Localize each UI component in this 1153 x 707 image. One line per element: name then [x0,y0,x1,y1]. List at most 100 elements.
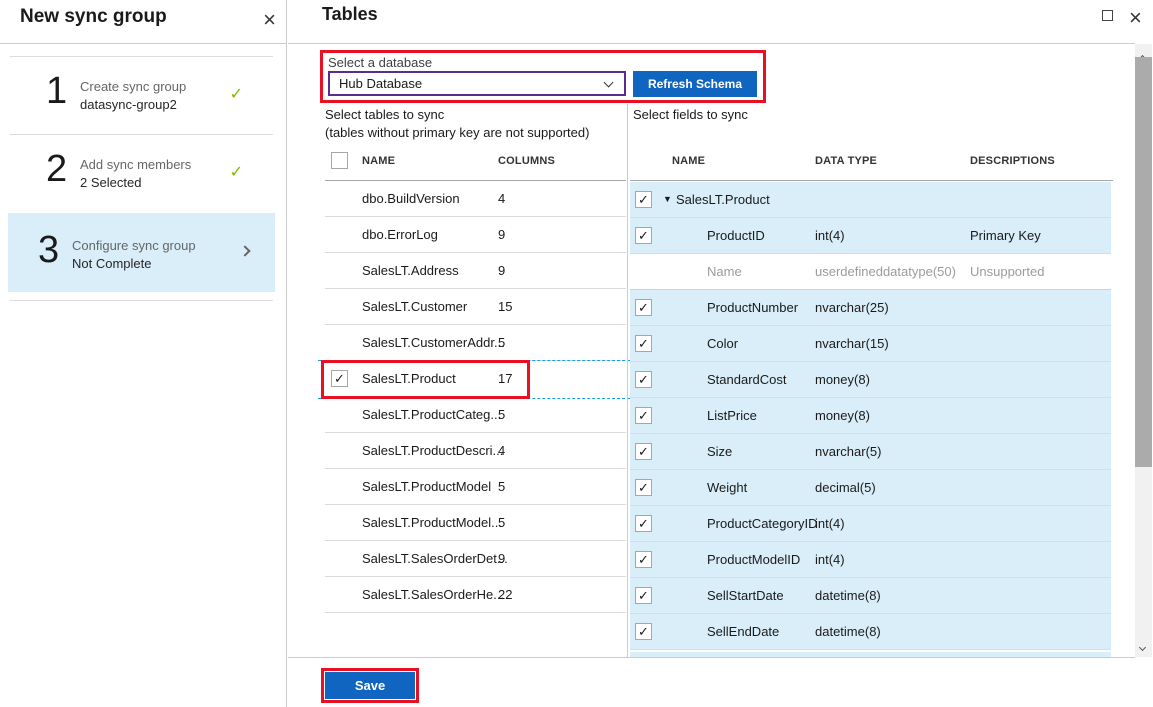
field-name: ProductNumber [707,290,798,325]
select-all-tables-checkbox[interactable]: ✓ [331,152,348,169]
scrollbar-thumb[interactable] [1135,57,1152,467]
field-checkbox[interactable]: ✓ [635,623,652,640]
field-group-name: SalesLT.Product [676,182,770,217]
field-checkbox[interactable]: ✓ [635,587,652,604]
table-name: SalesLT.Customer [362,289,467,324]
database-select-value: Hub Database [339,76,422,91]
table-columns: 4 [498,433,505,468]
check-icon: ✓ [230,162,243,182]
field-row-productid[interactable]: ✓ ProductID int(4) Primary Key [630,218,1111,254]
step-number: 1 [46,69,67,113]
table-row-errorlog[interactable]: dbo.ErrorLog 9 [325,217,626,253]
field-datatype: money(8) [815,398,870,433]
select-database-label: Select a database [328,55,432,70]
field-name: ProductModelID [707,542,800,577]
field-row-listprice[interactable]: ✓ ListPrice money(8) [630,398,1111,434]
tables-panel: Tables × Select a database Hub Database … [288,0,1153,707]
fields-col-name: NAME [672,155,705,167]
field-datatype: money(8) [815,362,870,397]
refresh-schema-button[interactable]: Refresh Schema [633,71,757,97]
field-row-standardcost[interactable]: ✓ StandardCost money(8) [630,362,1111,398]
table-name: SalesLT.ProductModel [362,469,491,504]
close-icon[interactable]: × [1129,0,1142,38]
table-row-address[interactable]: SalesLT.Address 9 [325,253,626,289]
field-row-productmodelid[interactable]: ✓ ProductModelID int(4) [630,542,1111,578]
table-row-productcategory[interactable]: SalesLT.ProductCateg... 5 [325,397,626,433]
drag-indicator-bottom [318,398,630,399]
table-row-product-selected[interactable]: ✓ SalesLT.Product 17 [325,361,626,397]
field-checkbox[interactable]: ✓ [635,479,652,496]
table-row-productmodel2[interactable]: SalesLT.ProductModel... 5 [325,505,626,541]
field-group-row-saleslt-product[interactable]: ✓ ▼ SalesLT.Product [630,182,1111,218]
table-columns: 5 [498,505,505,540]
panel-title: New sync group [20,6,167,28]
field-row-color[interactable]: ✓ Color nvarchar(15) [630,326,1111,362]
table-checkbox[interactable]: ✓ [331,370,348,387]
field-checkbox[interactable]: ✓ [635,371,652,388]
panel-title: Tables [322,4,378,25]
field-row-sellenddate[interactable]: ✓ SellEndDate datetime(8) [630,614,1111,650]
scroll-down-icon[interactable] [1140,638,1145,653]
field-row-name-unsupported: Name userdefineddatatype(50) Unsupported [630,254,1111,290]
table-name: SalesLT.ProductModel... [362,505,502,540]
field-row-size[interactable]: ✓ Size nvarchar(5) [630,434,1111,470]
field-row-sellstartdate[interactable]: ✓ SellStartDate datetime(8) [630,578,1111,614]
field-datatype: int(4) [815,218,845,253]
field-datatype: datetime(8) [815,578,881,613]
field-checkbox[interactable]: ✓ [635,443,652,460]
fields-col-descriptions: DESCRIPTIONS [970,155,1055,167]
field-name: StandardCost [707,362,787,397]
step-1-create-sync-group[interactable]: 1 Create sync group datasync-group2 ✓ [8,56,275,134]
field-datatype: int(4) [815,506,845,541]
maximize-icon[interactable] [1102,10,1113,21]
step-title: Add sync members [80,157,191,172]
field-checkbox[interactable]: ✓ [635,227,652,244]
field-datatype: int(4) [815,542,845,577]
header-divider [288,43,1135,44]
drag-indicator-top [318,360,630,361]
step-subtitle: datasync-group2 [80,97,177,112]
table-name: dbo.BuildVersion [362,181,460,216]
field-checkbox[interactable]: ✓ [635,407,652,424]
step-2-add-sync-members[interactable]: 2 Add sync members 2 Selected ✓ [8,134,275,212]
field-checkbox[interactable]: ✓ [635,191,652,208]
vertical-scrollbar[interactable] [1135,44,1152,657]
table-row-salesorderheader[interactable]: SalesLT.SalesOrderHe... 22 [325,577,626,613]
select-tables-subtitle: (tables without primary key are not supp… [325,125,589,140]
field-name: Color [707,326,738,361]
field-row-productnumber[interactable]: ✓ ProductNumber nvarchar(25) [630,290,1111,326]
table-name: SalesLT.Product [362,361,456,396]
table-columns: 9 [498,253,505,288]
tables-col-name: NAME [362,155,395,167]
field-checkbox[interactable]: ✓ [635,551,652,568]
table-row-productmodel[interactable]: SalesLT.ProductModel 5 [325,469,626,505]
database-select[interactable]: Hub Database [328,71,626,96]
save-button[interactable]: Save [325,672,415,699]
field-name: Size [707,434,732,469]
fields-header-divider [630,180,1113,181]
field-name: ProductID [707,218,765,253]
table-row-productdescription[interactable]: SalesLT.ProductDescri... 4 [325,433,626,469]
close-icon[interactable]: × [263,0,276,40]
field-checkbox[interactable]: ✓ [635,335,652,352]
field-datatype: nvarchar(25) [815,290,889,325]
table-row-customeraddress[interactable]: SalesLT.CustomerAddr... 5 [325,325,626,361]
table-row-customer[interactable]: SalesLT.Customer 15 [325,289,626,325]
table-row-salesorderdetail[interactable]: SalesLT.SalesOrderDet... 9 [325,541,626,577]
step-number: 2 [46,147,67,191]
collapse-caret-icon[interactable]: ▼ [663,182,672,217]
field-name: Name [707,254,742,289]
field-row-weight[interactable]: ✓ Weight decimal(5) [630,470,1111,506]
chevron-right-icon [239,245,250,256]
field-name: ListPrice [707,398,757,433]
table-row-buildversion[interactable]: dbo.BuildVersion 4 [325,181,626,217]
field-name: Weight [707,470,747,505]
table-columns: 5 [498,325,505,360]
field-description: Primary Key [970,218,1041,253]
field-row-productcategoryid[interactable]: ✓ ProductCategoryID int(4) [630,506,1111,542]
table-name: dbo.ErrorLog [362,217,438,252]
step-subtitle: Not Complete [72,256,151,271]
field-checkbox[interactable]: ✓ [635,299,652,316]
field-checkbox[interactable]: ✓ [635,515,652,532]
step-3-configure-sync-group[interactable]: 3 Configure sync group Not Complete [8,213,275,292]
